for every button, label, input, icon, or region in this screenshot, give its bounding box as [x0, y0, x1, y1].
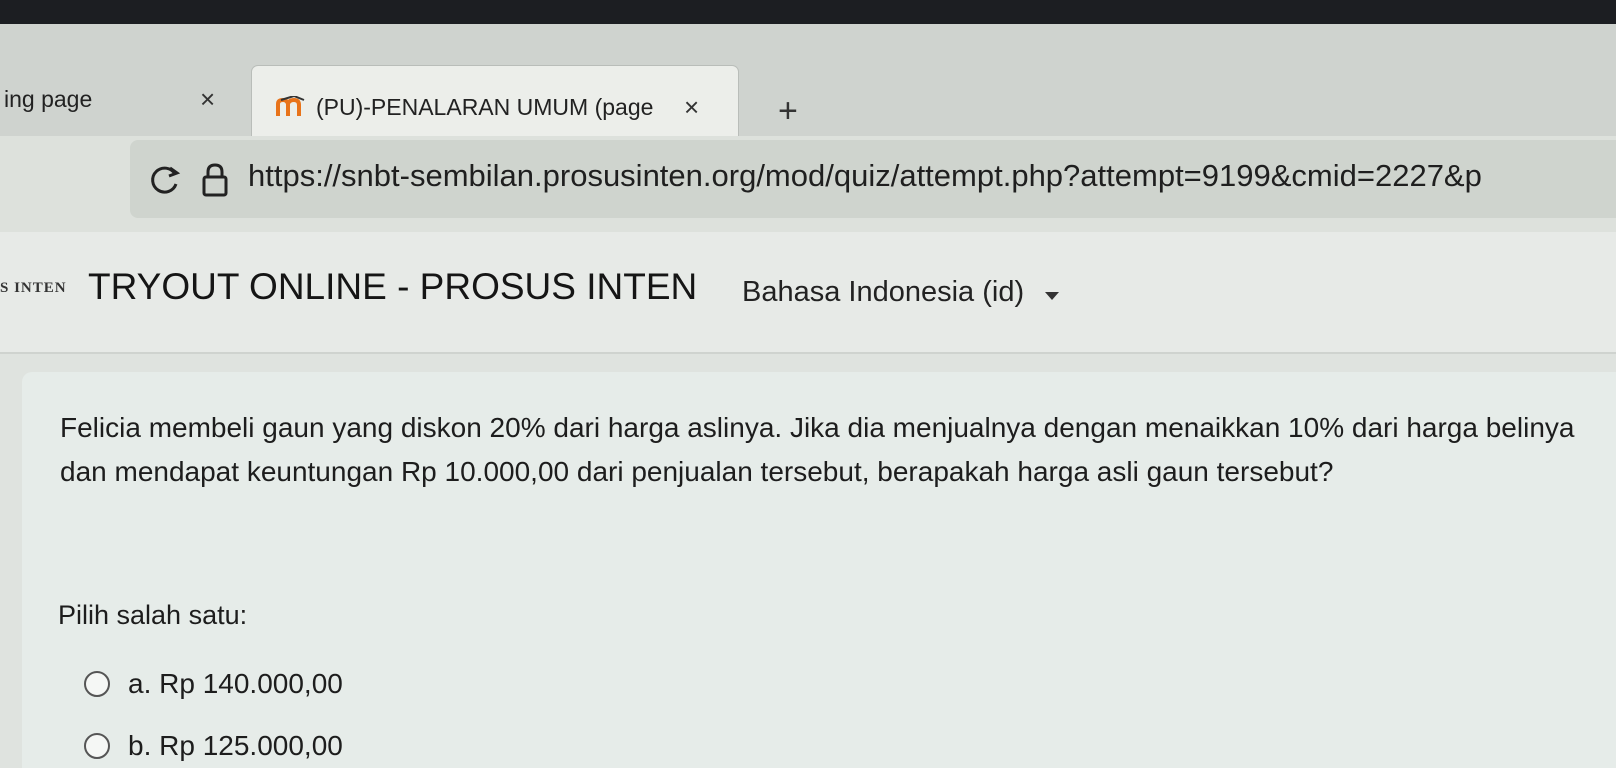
question-text: Felicia membeli gaun yang diskon 20% dar…: [60, 412, 1575, 487]
answer-option-b[interactable]: b. Rp 125.000,00: [84, 730, 343, 762]
tab-inactive[interactable]: ing page ×: [0, 64, 249, 134]
option-label: a. Rp 140.000,00: [128, 668, 343, 699]
plus-icon[interactable]: +: [778, 92, 798, 131]
answer-prompt: Pilih salah satu:: [58, 600, 248, 630]
option-label: b. Rp 125.000,00: [128, 730, 343, 761]
moodle-favicon: [276, 94, 306, 124]
language-label: Bahasa Indonesia (id): [742, 276, 1025, 308]
answer-option-a[interactable]: a. Rp 140.000,00: [84, 668, 343, 700]
reload-icon[interactable]: [148, 162, 182, 201]
close-icon[interactable]: ×: [684, 92, 699, 123]
address-bar[interactable]: https://snbt-sembilan.prosusinten.org/mo…: [130, 140, 1616, 218]
site-title[interactable]: TRYOUT ONLINE - PROSUS INTEN: [88, 266, 697, 308]
chevron-down-icon: [1044, 276, 1060, 309]
site-logo[interactable]: S INTEN: [0, 280, 67, 297]
browser-tab-strip: ing page × (PU)-PENALARAN UMUM (page × +: [0, 24, 1616, 150]
close-icon[interactable]: ×: [200, 84, 215, 115]
lock-icon[interactable]: [200, 162, 230, 203]
tab-label: ing page: [4, 85, 93, 112]
screen-bezel: [0, 0, 1616, 24]
radio-button[interactable]: [84, 733, 110, 759]
tab-label: (PU)-PENALARAN UMUM (page: [316, 94, 654, 120]
question-card: Felicia membeli gaun yang diskon 20% dar…: [22, 372, 1616, 768]
radio-button[interactable]: [84, 671, 110, 697]
language-selector[interactable]: Bahasa Indonesia (id): [742, 276, 1060, 309]
address-bar-area: https://snbt-sembilan.prosusinten.org/mo…: [0, 136, 1616, 233]
site-header: S INTEN TRYOUT ONLINE - PROSUS INTEN Bah…: [0, 232, 1616, 354]
url-text[interactable]: https://snbt-sembilan.prosusinten.org/mo…: [248, 158, 1482, 194]
